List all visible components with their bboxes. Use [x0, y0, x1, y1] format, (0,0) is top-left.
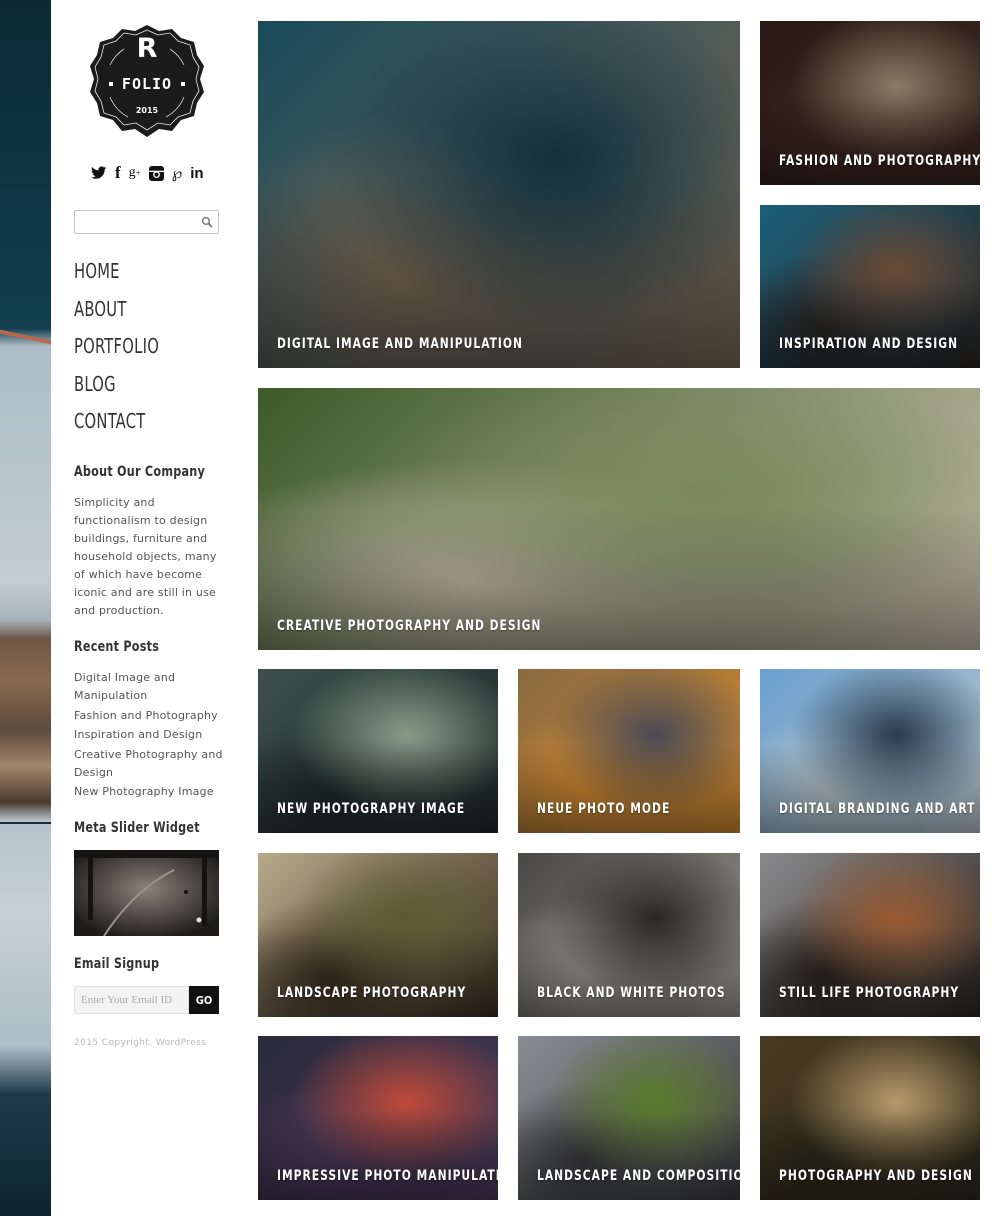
logo-year: 2015: [136, 106, 159, 115]
portfolio-caption: Digital Branding and Art: [779, 801, 976, 817]
email-signup-form: GO: [74, 986, 219, 1014]
meta-slider-title: Meta Slider Widget: [74, 820, 200, 836]
portfolio-caption: Digital Image and Manipulation: [277, 336, 524, 352]
about-text: Simplicity and functionalism to design b…: [74, 496, 217, 617]
email-go-button[interactable]: GO: [189, 986, 219, 1014]
portfolio-tile[interactable]: Digital Image and Manipulation: [258, 21, 740, 368]
instagram-icon[interactable]: [148, 164, 164, 182]
sidebar: R FOLIO 2015 f g + ℘ in HOME ABOUT PORTFO…: [51, 0, 241, 1216]
portfolio-caption: Landscape Photography: [277, 985, 467, 1001]
nav-home[interactable]: HOME: [74, 257, 159, 295]
portfolio-tile[interactable]: New Photography Image: [258, 669, 498, 833]
email-signup-title: Email Signup: [74, 956, 160, 972]
portfolio-tile[interactable]: Digital Branding and Art: [760, 669, 980, 833]
portfolio-caption: Landscape and Composition: [537, 1168, 740, 1184]
about-title: About Our Company: [74, 464, 206, 480]
portfolio-caption: Black and White Photos: [537, 985, 726, 1001]
portfolio-caption: Still Life Photography: [779, 985, 960, 1001]
meta-slider-image[interactable]: [74, 850, 219, 936]
portfolio-caption: Neue Photo Mode: [537, 801, 671, 817]
search-icon[interactable]: [201, 216, 213, 228]
linkedin-icon[interactable]: in: [190, 164, 203, 182]
portfolio-tile[interactable]: Impressive Photo Manipulation: [258, 1036, 498, 1200]
portfolio-tile[interactable]: Landscape and Composition: [518, 1036, 740, 1200]
background-detail: [0, 822, 51, 824]
nav-about[interactable]: ABOUT: [74, 295, 159, 333]
portfolio-tile[interactable]: Landscape Photography: [258, 853, 498, 1017]
search-input[interactable]: [75, 211, 193, 233]
search-box: [74, 210, 219, 234]
logo-name: FOLIO: [122, 75, 172, 93]
portfolio-tile[interactable]: Still Life Photography: [760, 853, 980, 1017]
portfolio-caption: Fashion and Photography: [779, 153, 980, 169]
email-input[interactable]: [74, 986, 189, 1014]
copyright: 2015 Copyright. WordPress: [74, 1038, 207, 1048]
twitter-icon[interactable]: [91, 164, 107, 182]
recent-post-link[interactable]: New Photography Image: [74, 783, 224, 801]
portfolio-tile[interactable]: Creative Photography and Design: [258, 388, 980, 650]
recent-post-link[interactable]: Digital Image and Manipulation: [74, 669, 184, 705]
portfolio-tile[interactable]: Inspiration and Design: [760, 205, 980, 368]
social-links: f g + ℘ in: [91, 163, 204, 182]
nav-contact[interactable]: CONTACT: [74, 407, 159, 445]
portfolio-caption: Photography and Design: [779, 1168, 973, 1184]
portfolio-tile[interactable]: Black and White Photos: [518, 853, 740, 1017]
portfolio-caption: Creative Photography and Design: [277, 618, 542, 634]
background-image-strip: [0, 0, 51, 1216]
recent-post-link[interactable]: Creative Photography and Design: [74, 746, 224, 782]
pinterest-icon[interactable]: ℘: [172, 164, 182, 182]
google-plus-icon[interactable]: g +: [129, 164, 141, 182]
nav-blog[interactable]: BLOG: [74, 370, 159, 408]
portfolio-caption: Inspiration and Design: [779, 336, 959, 352]
logo-badge-icon: R FOLIO 2015: [90, 25, 204, 137]
background-detail: [0, 329, 51, 345]
recent-post-link[interactable]: Fashion and Photography: [74, 707, 224, 725]
recent-posts-title: Recent Posts: [74, 639, 160, 655]
recent-posts-list: Digital Image and Manipulation Fashion a…: [74, 669, 224, 803]
logo-letter: R: [137, 33, 158, 64]
portfolio-caption: Impressive Photo Manipulation: [277, 1168, 498, 1184]
facebook-icon[interactable]: f: [115, 163, 121, 182]
portfolio-tile[interactable]: Neue Photo Mode: [518, 669, 740, 833]
nav-portfolio[interactable]: PORTFOLIO: [74, 332, 159, 370]
recent-post-link[interactable]: Inspiration and Design: [74, 726, 224, 744]
portfolio-caption: New Photography Image: [277, 801, 466, 817]
portfolio-tile[interactable]: Photography and Design: [760, 1036, 980, 1200]
site-logo[interactable]: R FOLIO 2015: [88, 23, 206, 141]
main-nav: HOME ABOUT PORTFOLIO BLOG CONTACT: [74, 257, 178, 445]
portfolio-tile[interactable]: Fashion and Photography: [760, 21, 980, 185]
